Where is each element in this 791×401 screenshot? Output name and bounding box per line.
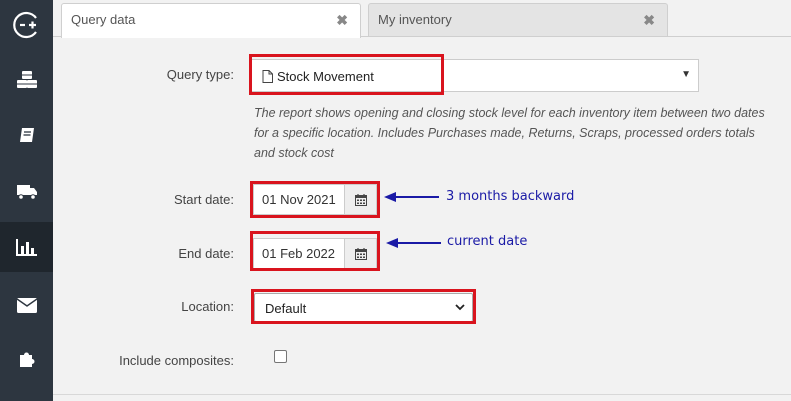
- tab-query-data[interactable]: Query data ✖: [61, 3, 361, 38]
- sidebar: [0, 0, 53, 401]
- truck-icon: [16, 185, 37, 200]
- include-composites-label: Include composites:: [119, 353, 234, 368]
- highlight-box: [250, 231, 380, 271]
- query-type-label: Query type:: [166, 67, 234, 82]
- sidebar-item-inventory[interactable]: [0, 55, 53, 105]
- highlight-box: [250, 181, 380, 218]
- sidebar-item-messages[interactable]: [0, 280, 53, 330]
- envelope-icon: [16, 297, 37, 313]
- sidebar-item-reports[interactable]: [0, 222, 53, 272]
- include-composites-checkbox[interactable]: [274, 350, 287, 363]
- location-label: Location:: [181, 299, 234, 314]
- caret-down-icon: ▼: [681, 69, 691, 80]
- sidebar-item-shipping[interactable]: [0, 167, 53, 217]
- circle-plus-minus-icon: [12, 11, 37, 39]
- start-date-label: Start date:: [174, 192, 234, 207]
- end-date-annotation: current date: [447, 234, 528, 249]
- arrow-left-icon: [384, 192, 439, 202]
- bar-chart-icon: [15, 239, 37, 256]
- puzzle-icon: [19, 352, 35, 367]
- start-date-annotation: 3 months backward: [446, 189, 575, 204]
- highlight-box: [249, 54, 444, 95]
- tab-label: My inventory: [378, 12, 452, 27]
- arrow-left-icon: [386, 238, 441, 248]
- query-description: The report shows opening and closing sto…: [254, 106, 765, 160]
- tab-my-inventory[interactable]: My inventory ✖: [368, 3, 668, 37]
- tab-bar: Query data ✖ My inventory ✖: [53, 0, 791, 38]
- sidebar-item-extensions[interactable]: [0, 334, 53, 384]
- divider: [53, 394, 791, 395]
- tab-label: Query data: [71, 12, 136, 27]
- close-icon[interactable]: ✖: [643, 12, 655, 29]
- cubes-icon: [16, 71, 37, 88]
- sidebar-item-home[interactable]: [0, 0, 53, 50]
- end-date-label: End date:: [178, 246, 234, 261]
- sidebar-item-catalog[interactable]: [0, 110, 53, 160]
- highlight-box: [251, 289, 476, 324]
- close-icon[interactable]: ✖: [336, 12, 348, 29]
- book-icon: [19, 128, 34, 142]
